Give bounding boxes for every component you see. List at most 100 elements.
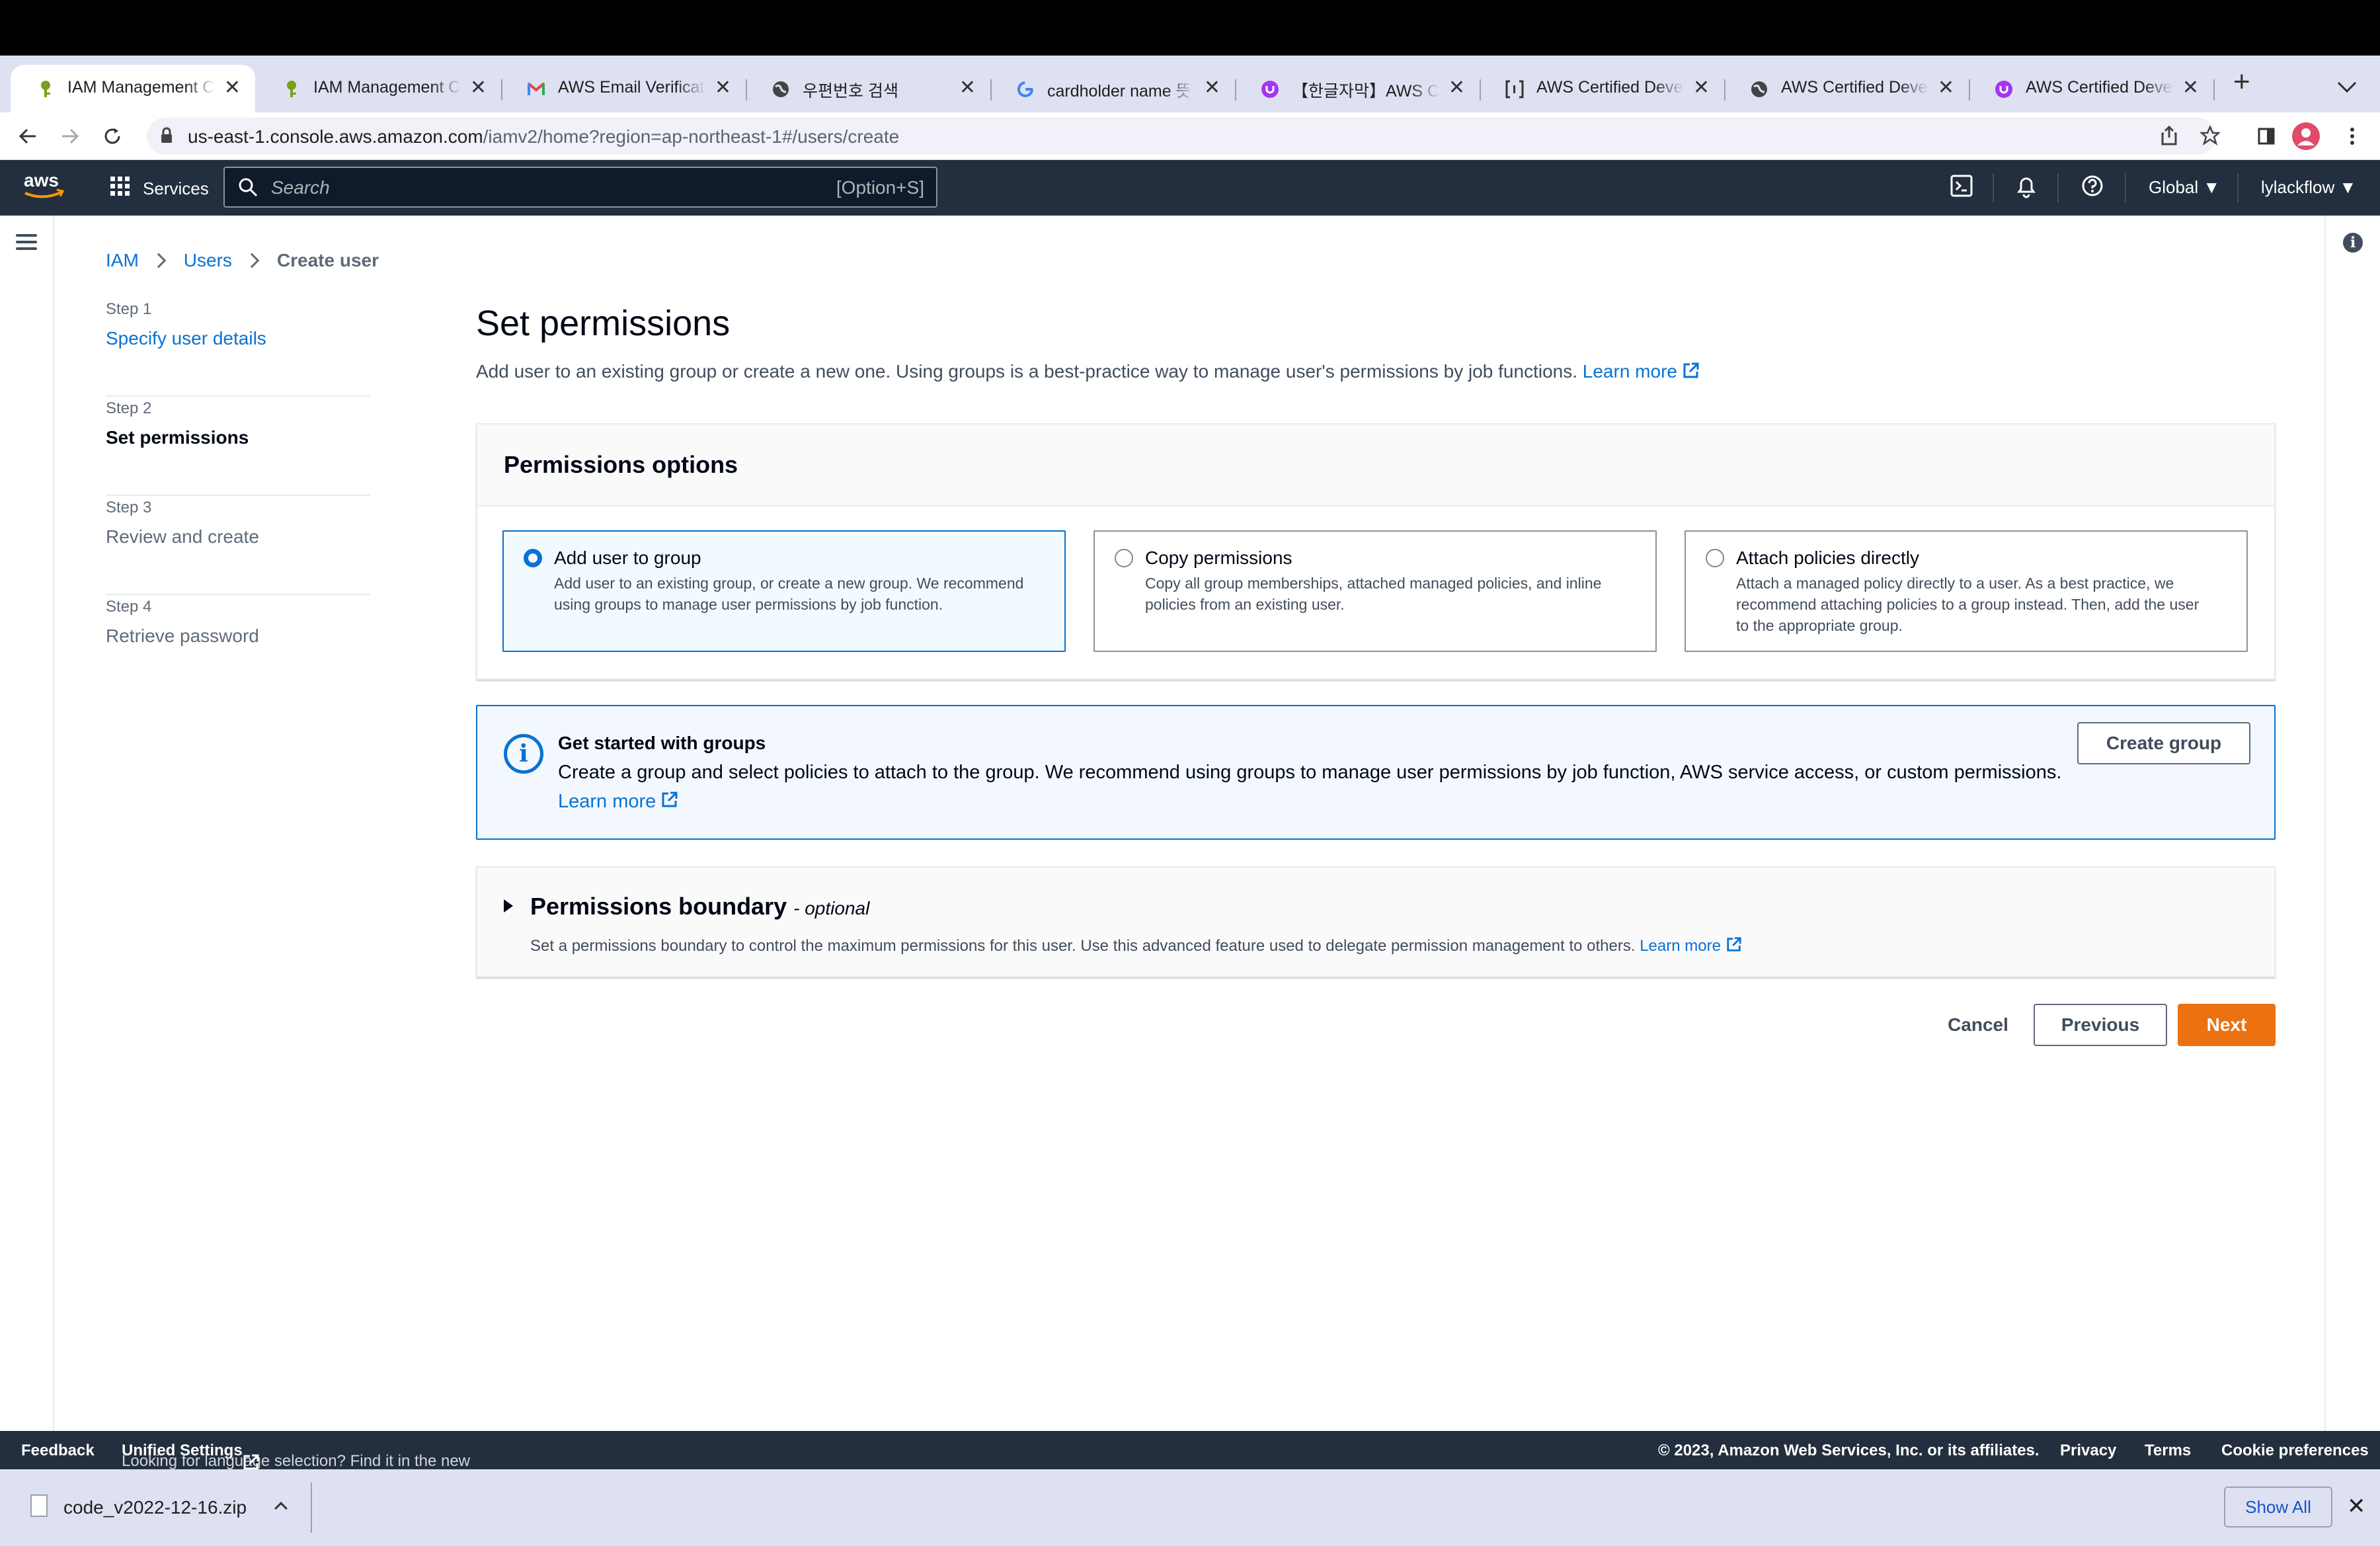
browser-tab[interactable]: 【한글자막】AWS Certifie ✕ — [1235, 65, 1481, 112]
radio-selected[interactable] — [524, 549, 542, 567]
tab-close-icon[interactable]: ✕ — [224, 77, 241, 99]
share-icon[interactable] — [2161, 125, 2178, 149]
tab-title: 우편번호 검색 — [803, 82, 898, 101]
step-set-permissions: Set permissions — [106, 427, 249, 448]
services-menu-button[interactable]: Services — [110, 176, 209, 202]
terms-link[interactable]: Terms — [2145, 1442, 2191, 1460]
grid-icon — [110, 176, 131, 202]
language-notice: Looking for language selection? Find it … — [122, 1442, 470, 1470]
profile-avatar[interactable] — [2291, 122, 2320, 151]
new-tab-button[interactable]: + — [2233, 67, 2250, 97]
permissions-boundary-section[interactable]: Permissions boundary - optional Set a pe… — [476, 866, 2276, 977]
reload-icon[interactable] — [98, 122, 127, 151]
option-copy-permissions[interactable]: Copy permissions Copy all group membersh… — [1093, 530, 1657, 652]
tab-close-icon[interactable]: ✕ — [2182, 77, 2199, 99]
step-specify-user-details-link[interactable]: Specify user details — [106, 328, 266, 349]
wizard-steps: Step 1 Specify user details Step 2 Set p… — [106, 298, 370, 694]
hamburger-menu-icon[interactable] — [16, 234, 37, 254]
panel-header: Permissions options — [477, 425, 2274, 507]
external-link-icon — [243, 1452, 260, 1471]
learn-more-link[interactable]: Learn more — [1640, 937, 1742, 955]
option-title: Copy permissions — [1145, 548, 1292, 568]
notifications-bell-icon[interactable] — [2015, 175, 2038, 202]
cloudshell-icon[interactable] — [1950, 175, 1973, 200]
step-number: Step 4 — [106, 598, 152, 616]
next-button[interactable]: Next — [2178, 1004, 2276, 1046]
tab-separator — [2213, 79, 2215, 101]
boundary-title: Permissions boundary — [530, 893, 787, 920]
browser-menu-icon[interactable] — [2338, 122, 2367, 151]
step-number: Step 1 — [106, 300, 152, 318]
tab-title: 【한글자막】AWS Certifie — [1292, 82, 1440, 101]
show-all-button[interactable]: Show All — [2224, 1486, 2332, 1527]
expand-caret-icon[interactable] — [504, 899, 513, 913]
help-icon[interactable] — [2081, 175, 2104, 200]
cookie-preferences-link[interactable]: Cookie preferences — [2221, 1442, 2369, 1460]
lock-icon — [160, 127, 173, 147]
breadcrumb: IAM Users Create user — [106, 250, 379, 271]
chevron-up-icon[interactable] — [274, 1502, 288, 1515]
option-attach-policies-directly[interactable]: Attach policies directly Attach a manage… — [1685, 530, 2248, 652]
tab-title: AWS Certified Develo — [1781, 78, 1929, 97]
chevron-right-icon — [151, 253, 167, 268]
browser-tab[interactable]: AWS Certified Develo ✕ — [1480, 65, 1726, 112]
account-menu[interactable]: lylackflow ▼ — [2261, 177, 2356, 198]
breadcrumb-users-link[interactable]: Users — [184, 250, 232, 271]
console-footer: Feedback Looking for language selection?… — [0, 1431, 2380, 1470]
browser-tab[interactable]: AWS Certified Develo ✕ — [1724, 65, 1970, 112]
bookmark-star-icon[interactable] — [2199, 124, 2221, 149]
browser-tab[interactable]: AWS Email Verificatio ✕ — [501, 65, 747, 112]
browser-tab[interactable]: IAM Management Con ✕ — [11, 65, 255, 112]
url-host: us-east-1.console.aws.amazon.com — [188, 126, 483, 147]
divider — [311, 1483, 312, 1533]
cancel-button[interactable]: Cancel — [1934, 1004, 2022, 1046]
aws-top-navigation: aws Services Search [Option+S] Global ▼ … — [0, 160, 2380, 216]
back-arrow-icon[interactable] — [13, 122, 42, 151]
learn-more-link[interactable]: Learn more — [558, 791, 678, 813]
browser-tab[interactable]: cardholder name 뜻 - ✕ — [990, 65, 1236, 112]
tab-close-icon[interactable]: ✕ — [1448, 77, 1465, 99]
radio-unselected[interactable] — [1706, 549, 1724, 567]
copyright-text: © 2023, Amazon Web Services, Inc. or its… — [1658, 1442, 2040, 1459]
udemy-icon — [1994, 79, 2014, 99]
browser-tab[interactable]: AWS Certified Develo ✕ — [1969, 65, 2215, 112]
search-shortcut: [Option+S] — [836, 177, 924, 198]
aws-logo[interactable]: aws — [22, 169, 66, 206]
tab-close-icon[interactable]: ✕ — [959, 77, 976, 99]
tab-title: IAM Management Con — [67, 78, 216, 97]
previous-button[interactable]: Previous — [2034, 1004, 2167, 1046]
tab-close-icon[interactable]: ✕ — [470, 77, 487, 99]
alert-title: Get started with groups — [558, 733, 766, 753]
tab-close-icon[interactable]: ✕ — [1693, 77, 1710, 99]
download-filename[interactable]: code_v2022-12-16.zip — [63, 1497, 247, 1518]
close-icon[interactable]: ✕ — [2347, 1493, 2366, 1520]
address-bar[interactable]: us-east-1.console.aws.amazon.com/iamv2/h… — [147, 118, 2221, 155]
forward-arrow-icon[interactable] — [56, 122, 85, 151]
tab-close-icon[interactable]: ✕ — [715, 77, 731, 99]
external-link-icon — [661, 791, 678, 813]
browser-tab[interactable]: 우편번호 검색 ✕ — [746, 65, 992, 112]
tab-close-icon[interactable]: ✕ — [1204, 77, 1220, 99]
privacy-link[interactable]: Privacy — [2060, 1442, 2116, 1460]
create-group-button[interactable]: Create group — [2077, 722, 2250, 764]
iam-key-icon — [282, 79, 301, 99]
permissions-boundary-heading: Permissions boundary - optional — [530, 893, 869, 920]
tab-close-icon[interactable]: ✕ — [1938, 77, 1954, 99]
download-shelf: code_v2022-12-16.zip Show All ✕ — [0, 1469, 2380, 1546]
divider — [1993, 173, 1994, 202]
sidepanel-icon[interactable] — [2252, 122, 2281, 151]
option-add-user-to-group[interactable]: Add user to group Add user to an existin… — [502, 530, 1066, 652]
iam-key-icon — [36, 79, 56, 99]
svg-text:aws: aws — [24, 170, 59, 190]
learn-more-link[interactable]: Learn more — [1583, 361, 1700, 382]
browser-tab[interactable]: IAM Management Con ✕ — [257, 65, 502, 112]
globe-icon — [1749, 79, 1769, 99]
breadcrumb-iam-link[interactable]: IAM — [106, 250, 139, 271]
region-selector[interactable]: Global ▼ — [2149, 177, 2220, 198]
feedback-link[interactable]: Feedback — [21, 1442, 95, 1460]
radio-unselected[interactable] — [1115, 549, 1133, 567]
info-panel-icon[interactable]: i — [2343, 233, 2363, 253]
search-input[interactable]: Search [Option+S] — [223, 167, 937, 208]
option-title: Attach policies directly — [1736, 548, 1920, 568]
account-label: lylackflow — [2261, 177, 2335, 197]
